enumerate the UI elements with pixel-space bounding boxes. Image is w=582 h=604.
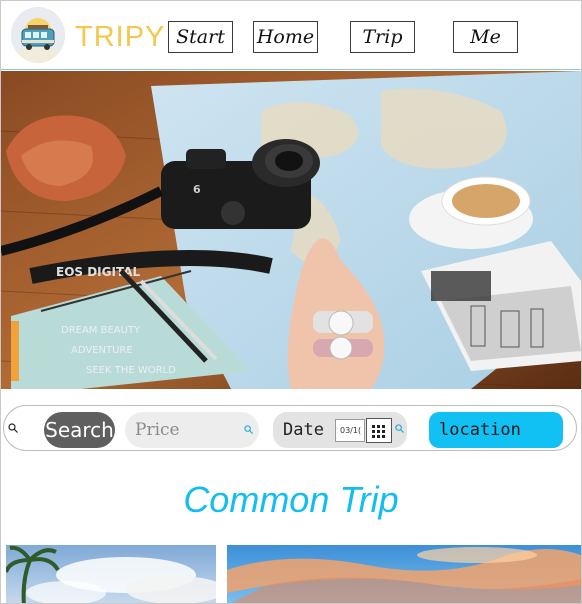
section-title: Common Trip [183,479,399,520]
date-label: Date [283,420,324,440]
header: TRIPY Start Home Trip Me [1,1,581,69]
price-placeholder: Price [135,420,180,440]
calendar-icon[interactable] [366,418,392,443]
search-icon[interactable] [244,425,253,434]
header-divider [1,69,581,70]
nav-me-button[interactable]: Me [453,21,518,53]
price-input[interactable]: Price [125,412,259,448]
svg-text:6: 6 [193,183,201,196]
location-button[interactable]: location [429,412,563,448]
hero-image: 6 EOS DIGITAL DREAM BEAUTY ADVENTURE SEE… [1,71,581,389]
brand-name: TRIPY [75,21,166,53]
search-bar: Search Price Date 03/1(location [3,405,577,451]
nav-home-button[interactable]: Home [253,21,318,53]
trip-card-image[interactable] [6,545,216,603]
svg-text:SEEK THE WORLD: SEEK THE WORLD [86,365,176,376]
page: TRIPY Start Home Trip Me 6 EOS DIGITAL D… [0,0,582,604]
svg-text:DREAM BEAUTY: DREAM BEAUTY [61,325,141,336]
svg-text:ADVENTURE: ADVENTURE [71,345,133,356]
van-logo-icon[interactable] [11,7,65,63]
search-icon[interactable] [395,424,404,433]
nav-trip-button[interactable]: Trip [350,21,415,53]
date-input[interactable]: 03/1( [335,419,365,442]
search-icon[interactable] [8,423,18,433]
trip-card-image[interactable] [227,545,581,603]
search-button[interactable]: Search [44,412,115,448]
nav-start-button[interactable]: Start [168,21,233,53]
date-field-group: Date 03/1( [273,412,407,448]
